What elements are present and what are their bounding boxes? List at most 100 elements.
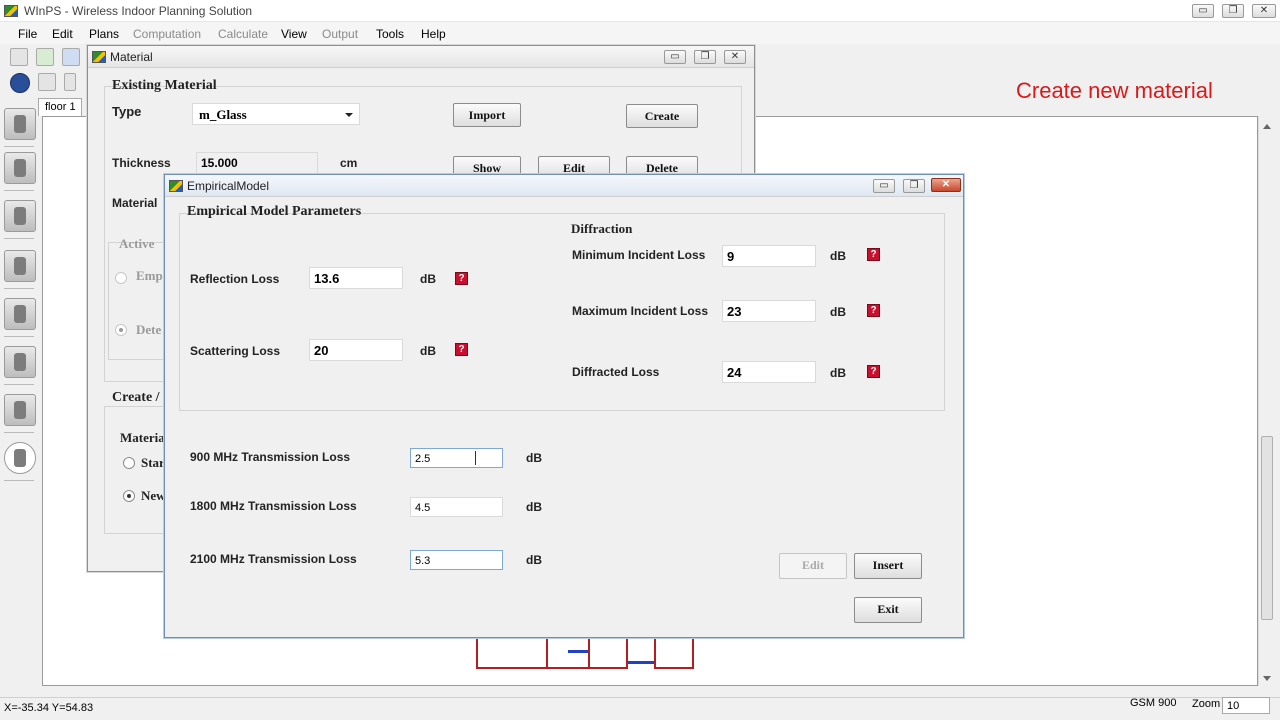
type-label: Type (112, 104, 142, 119)
insert-button[interactable]: Insert (854, 553, 922, 579)
play-icon[interactable] (4, 442, 36, 474)
active-label: Active (119, 236, 155, 251)
base-station-icon[interactable] (4, 346, 36, 378)
deterministic-radio-label: Dete (136, 322, 162, 337)
zoom-label: Zoom (1192, 698, 1221, 710)
splitter-icon[interactable] (4, 250, 36, 282)
thickness-label: Thickness (112, 156, 171, 170)
app-titlebar: WInPS - Wireless Indoor Planning Solutio… (0, 0, 1280, 22)
reflection-help-icon[interactable]: ? (455, 272, 468, 285)
empirical-minimize-button[interactable]: ▭ (873, 179, 895, 193)
status-bar (0, 697, 1280, 720)
dialog-logo-icon (92, 51, 106, 63)
exit-button[interactable]: Exit (854, 597, 922, 623)
menu-output[interactable]: Output (322, 27, 358, 41)
max-incident-loss-field[interactable]: 23 (722, 300, 816, 322)
room-wall (654, 637, 694, 669)
ceiling-antenna-icon[interactable] (4, 108, 36, 140)
tx2100-unit: dB (526, 553, 542, 567)
tx1800-unit: dB (526, 500, 542, 514)
max-incident-unit: dB (830, 305, 846, 319)
type-select-value: m_Glass (199, 107, 247, 122)
diffracted-help-icon[interactable]: ? (867, 365, 880, 378)
min-incident-loss-label: Minimum Incident Loss (572, 248, 706, 262)
empirical-restore-button[interactable]: ❐ (903, 179, 925, 193)
app-title: WInPS - Wireless Indoor Planning Solutio… (24, 4, 253, 18)
diffracted-loss-field[interactable]: 24 (722, 361, 816, 383)
tx900-unit: dB (526, 451, 542, 465)
min-incident-loss-field[interactable]: 9 (722, 245, 816, 267)
standard-radio-label: Star (141, 455, 165, 470)
reflection-unit: dB (420, 272, 436, 286)
thickness-unit: cm (340, 156, 358, 170)
menu-tools[interactable]: Tools (376, 27, 404, 41)
max-incident-help-icon[interactable]: ? (867, 304, 880, 317)
edit-button[interactable]: Edit (779, 553, 847, 579)
tx2100-label: 2100 MHz Transmission Loss (190, 552, 357, 566)
toolbar (0, 44, 90, 68)
menu-computation[interactable]: Computation (133, 27, 201, 41)
menubar: File Edit Plans Computation Calculate Vi… (0, 22, 1280, 44)
type-select[interactable]: m_Glass (192, 103, 360, 125)
empirical-dialog-title: EmpiricalModel (187, 179, 270, 193)
thickness-field[interactable]: 15.000 (196, 152, 318, 174)
reflection-loss-field[interactable]: 13.6 (309, 267, 403, 289)
tx900-label: 900 MHz Transmission Loss (190, 450, 351, 464)
tx900-field[interactable]: 2.5 (410, 448, 503, 468)
text-cursor-icon (475, 451, 476, 465)
menu-help[interactable]: Help (421, 27, 446, 41)
annotation-text: Create new material (1016, 78, 1213, 103)
new-file-icon[interactable] (10, 48, 28, 66)
material-dialog-title: Material (110, 50, 153, 64)
menu-edit[interactable]: Edit (52, 27, 73, 41)
scrollbar-thumb[interactable] (1261, 436, 1273, 620)
room-wall (588, 637, 628, 669)
create-button[interactable]: Create (626, 104, 698, 128)
active-group (108, 242, 168, 360)
restore-button[interactable]: ❐ (1222, 4, 1244, 18)
scroll-up-icon[interactable] (1263, 124, 1271, 129)
material-restore-button[interactable]: ❐ (694, 50, 716, 64)
scattering-help-icon[interactable]: ? (455, 343, 468, 356)
new-radio[interactable] (123, 490, 135, 502)
settings-icon[interactable] (10, 73, 30, 93)
door-segment (628, 661, 654, 664)
deterministic-radio[interactable] (115, 324, 127, 336)
empirical-radio[interactable] (115, 272, 127, 284)
cursor-coordinates: X=-35.34 Y=54.83 (4, 702, 94, 714)
tx2100-field[interactable]: 5.3 (410, 550, 503, 570)
standard-radio[interactable] (123, 457, 135, 469)
app-logo-icon (4, 5, 18, 17)
minimize-button[interactable]: ▭ (1192, 4, 1214, 18)
material-dialog-titlebar: Material ▭ ❐ ✕ (88, 46, 754, 68)
repeater-icon[interactable] (4, 152, 36, 184)
material-minimize-button[interactable]: ▭ (664, 50, 686, 64)
tab-floor-1[interactable]: floor 1 (38, 98, 82, 116)
open-file-icon[interactable] (36, 48, 54, 66)
import-button[interactable]: Import (453, 103, 521, 127)
cabinet-icon[interactable] (4, 394, 36, 426)
layers-icon[interactable] (38, 73, 56, 91)
scroll-down-icon[interactable] (1263, 676, 1271, 681)
menu-view[interactable]: View (281, 27, 307, 41)
scattering-loss-label: Scattering Loss (190, 344, 281, 358)
menu-plans[interactable]: Plans (89, 27, 119, 41)
pencil-icon[interactable] (64, 73, 76, 91)
cable-icon[interactable] (4, 200, 36, 232)
coupler-icon[interactable] (4, 298, 36, 330)
menu-file[interactable]: File (18, 27, 37, 41)
empirical-close-button[interactable]: ✕ (931, 178, 961, 192)
min-incident-help-icon[interactable]: ? (867, 248, 880, 261)
zoom-value: 10 (1227, 700, 1240, 712)
scattering-loss-field[interactable]: 20 (309, 339, 403, 361)
tx1800-field[interactable]: 4.5 (410, 497, 503, 517)
save-icon[interactable] (62, 48, 80, 66)
menu-calculate[interactable]: Calculate (218, 27, 268, 41)
material-close-button[interactable]: ✕ (724, 50, 746, 64)
diffracted-unit: dB (830, 366, 846, 380)
create-group-title: Create / (112, 390, 160, 405)
close-button[interactable]: ✕ (1252, 4, 1276, 18)
min-incident-unit: dB (830, 249, 846, 263)
zoom-select[interactable]: 10 (1222, 697, 1270, 714)
dialog-logo-icon (169, 180, 183, 192)
